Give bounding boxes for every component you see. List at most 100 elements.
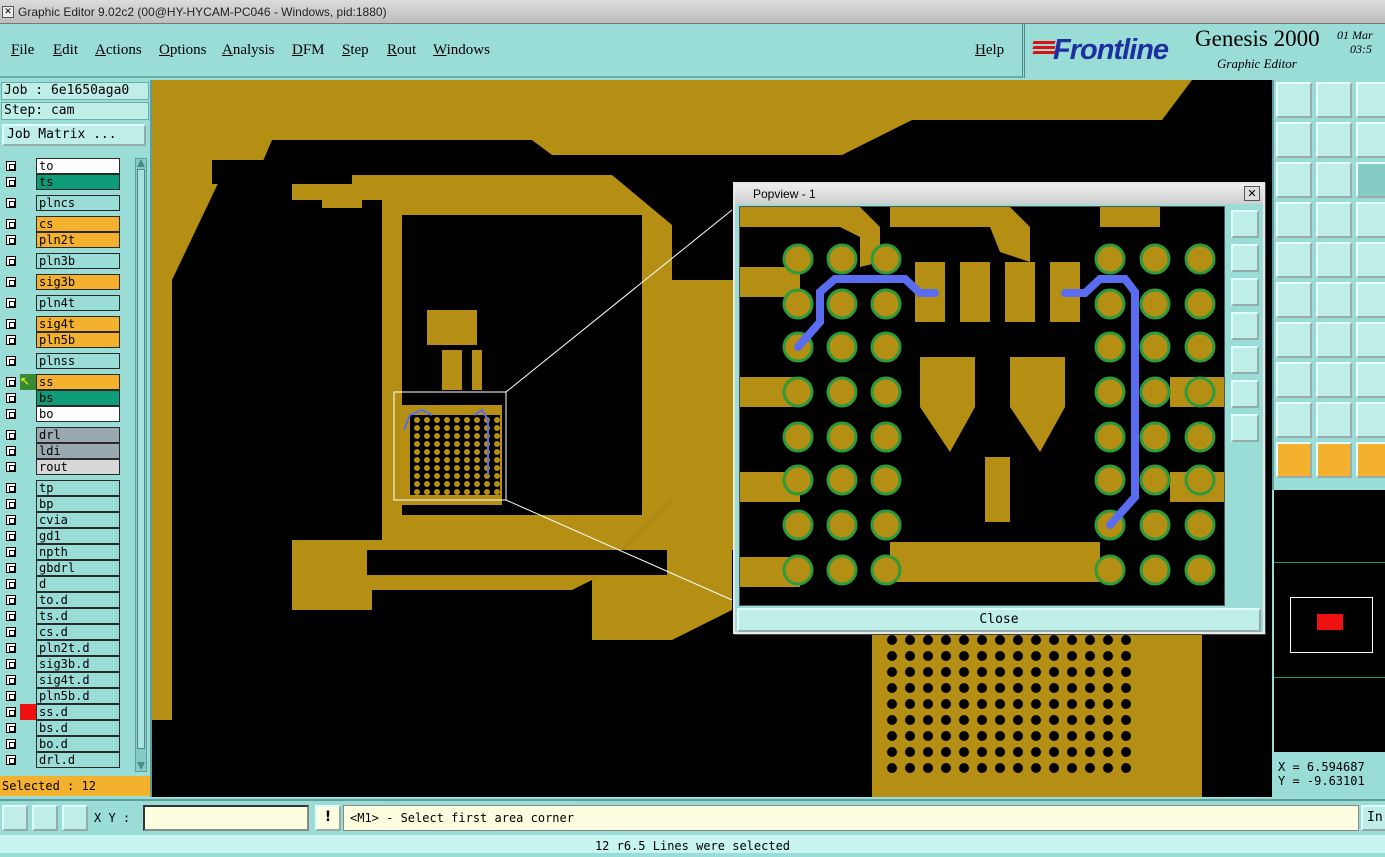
popview-zoom-view[interactable] [740, 207, 1225, 606]
layer-row-drl[interactable]: drl [2, 427, 120, 443]
layer-row-ts-d[interactable]: ts.d [2, 608, 120, 624]
layer-checkbox[interactable] [6, 643, 16, 653]
layer-name[interactable]: bo.d [36, 736, 120, 752]
layer-checkbox[interactable] [6, 547, 16, 557]
layer-row-pln5b-d[interactable]: pln5b.d [2, 688, 120, 704]
layer-checkbox[interactable] [6, 235, 16, 245]
job-matrix-button[interactable]: Job Matrix ... [2, 124, 146, 146]
pad-icon[interactable] [1276, 362, 1312, 398]
layer-display-slot[interactable] [20, 624, 36, 640]
scroll-thumb[interactable] [137, 169, 145, 749]
layer-name[interactable]: ts.d [36, 608, 120, 624]
triangle-icon[interactable] [1276, 402, 1312, 438]
layer-name[interactable]: sig3b.d [36, 656, 120, 672]
layer-display-slot[interactable] [20, 528, 36, 544]
layer-name[interactable]: bp [36, 496, 120, 512]
layer-display-slot[interactable] [20, 480, 36, 496]
layer-checkbox[interactable] [6, 298, 16, 308]
layer-row-drl-d[interactable]: drl.d [2, 752, 120, 768]
layer-checkbox[interactable] [6, 335, 16, 345]
layer-row-plnss[interactable]: plnss [2, 353, 120, 369]
close-icon[interactable]: ✕ [1244, 186, 1260, 201]
layer-row-d[interactable]: d [2, 576, 120, 592]
layer-checkbox[interactable] [6, 723, 16, 733]
layer-name[interactable]: bs.d [36, 720, 120, 736]
layer-checkbox[interactable] [6, 319, 16, 329]
layer-checkbox[interactable] [6, 483, 16, 493]
zoom-in-icon[interactable] [1316, 82, 1352, 118]
divide-icon[interactable] [1316, 362, 1352, 398]
layer-row-sig4t-d[interactable]: sig4t.d [2, 672, 120, 688]
menu-rout[interactable]: Rout [387, 42, 416, 59]
layer-name[interactable]: d [36, 576, 120, 592]
layer-display-slot[interactable] [20, 406, 36, 422]
layer-checkbox[interactable] [6, 499, 16, 509]
layer-row-bp[interactable]: bp [2, 496, 120, 512]
layer-name[interactable]: plncs [36, 195, 120, 211]
layer-name[interactable]: tp [36, 480, 120, 496]
layer-display-slot[interactable] [20, 174, 36, 190]
layer-name[interactable]: gd1 [36, 528, 120, 544]
undo-icon[interactable] [1356, 82, 1385, 118]
layer-row-to-d[interactable]: to.d [2, 592, 120, 608]
layer-checkbox[interactable] [6, 409, 16, 419]
layer-name[interactable]: pln5b.d [36, 688, 120, 704]
layer-row-ss[interactable]: ↖ ss [2, 374, 120, 390]
popview-window[interactable]: Popview - 1 ✕ Close [733, 182, 1265, 634]
layer-display-slot[interactable] [20, 353, 36, 369]
zoom-home-icon[interactable] [1276, 82, 1312, 118]
layer-checkbox[interactable] [6, 277, 16, 287]
layer-name[interactable]: cs.d [36, 624, 120, 640]
layer-display-slot[interactable] [20, 656, 36, 672]
layer-display-slot[interactable] [20, 512, 36, 528]
popview-close-button[interactable]: Close [737, 608, 1261, 632]
layer-checkbox[interactable] [6, 256, 16, 266]
alert-icon[interactable]: ! [315, 805, 341, 831]
grid-icon[interactable] [62, 805, 88, 831]
highlight-icon[interactable] [1356, 202, 1385, 238]
menu-analysis[interactable]: Analysis [222, 42, 275, 59]
layer-checkbox[interactable] [6, 579, 16, 589]
layer-name[interactable]: ss [36, 374, 120, 390]
pointer-select-icon[interactable] [1316, 442, 1352, 478]
layer-name[interactable]: gbdrl [36, 560, 120, 576]
layer-row-pln5b[interactable]: pln5b [2, 332, 120, 348]
move-icon[interactable] [1316, 162, 1352, 198]
layer-row-sig4t[interactable]: sig4t [2, 316, 120, 332]
zoom-home-icon[interactable] [1231, 210, 1259, 238]
scroll-up-icon[interactable] [137, 159, 145, 167]
line-icon[interactable] [1276, 322, 1312, 358]
layer-display-slot[interactable] [20, 216, 36, 232]
zoom-out-icon[interactable] [1231, 278, 1259, 306]
layer-name[interactable]: drl [36, 427, 120, 443]
layer-row-gbdrl[interactable]: gbdrl [2, 560, 120, 576]
layer-row-sig3b-d[interactable]: sig3b.d [2, 656, 120, 672]
layer-name[interactable]: pln2t.d [36, 640, 120, 656]
menu-edit[interactable]: Edit [53, 42, 78, 59]
layer-row-bo-d[interactable]: bo.d [2, 736, 120, 752]
move-pad-icon[interactable] [1356, 362, 1385, 398]
pointer-icon[interactable] [1276, 442, 1312, 478]
layer-checkbox[interactable] [6, 377, 16, 387]
layer-checkbox[interactable] [6, 755, 16, 765]
delete-icon[interactable] [1316, 282, 1352, 318]
layer-name[interactable]: pln4t [36, 295, 120, 311]
layer-row-cs-d[interactable]: cs.d [2, 624, 120, 640]
menu-options[interactable]: Options [159, 42, 207, 59]
layer-display-slot[interactable] [20, 560, 36, 576]
layer-name[interactable]: to.d [36, 592, 120, 608]
layer-display-slot[interactable] [20, 592, 36, 608]
layer-name[interactable]: cvia [36, 512, 120, 528]
layer-display-slot[interactable] [20, 459, 36, 475]
feature-icon[interactable] [1276, 242, 1312, 278]
layer-display-slot[interactable] [20, 232, 36, 248]
layer-name[interactable]: cs [36, 216, 120, 232]
layer-name[interactable]: sig4t [36, 316, 120, 332]
menu-step[interactable]: Step [342, 42, 369, 59]
layer-row-cvia[interactable]: cvia [2, 512, 120, 528]
zoom-out-icon[interactable] [1316, 122, 1352, 158]
layer-display-slot[interactable] [20, 390, 36, 406]
layer-display-slot[interactable] [20, 295, 36, 311]
pan-icon[interactable] [1276, 122, 1312, 158]
pointer-move-icon[interactable] [1356, 442, 1385, 478]
